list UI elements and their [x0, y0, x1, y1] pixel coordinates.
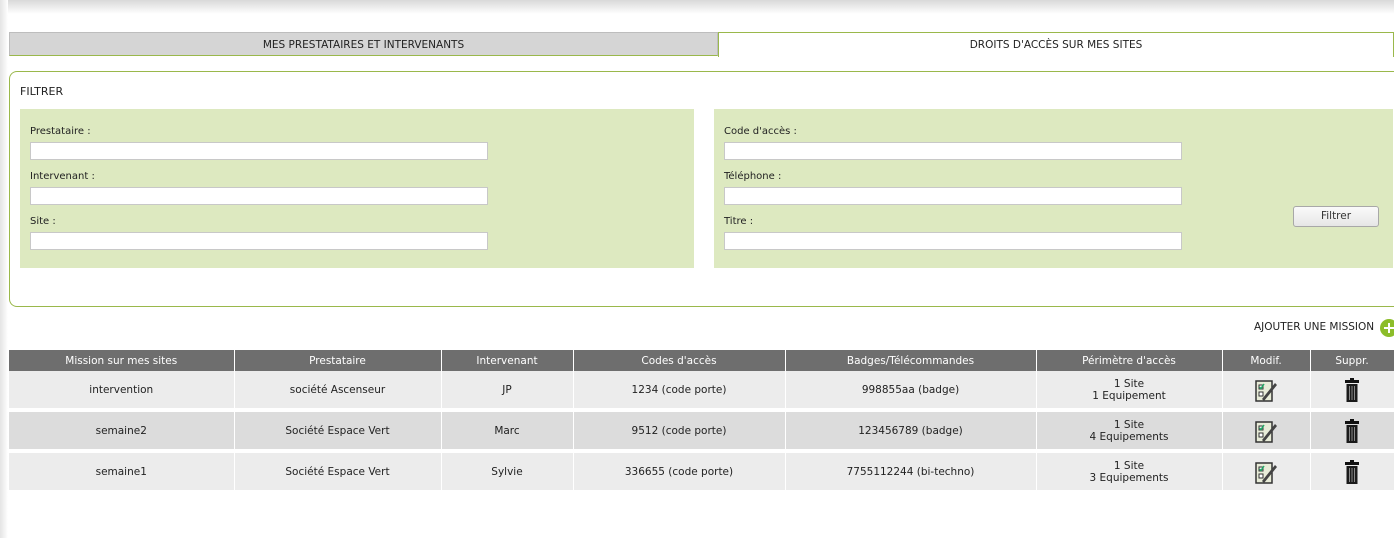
- filter-title: FILTRER: [20, 85, 64, 98]
- column-header-mission[interactable]: Mission sur mes sites: [9, 350, 235, 371]
- cell-intervenant: Sylvie: [441, 451, 574, 494]
- table-row: intervention société Ascenseur JP 1234 (…: [9, 371, 1394, 412]
- filter-panel: FILTRER Prestataire : Intervenant : Site…: [9, 71, 1394, 307]
- missions-table: Mission sur mes sites Prestataire Interv…: [9, 350, 1394, 494]
- cell-modif: [1222, 371, 1311, 412]
- prestataire-label: Prestataire :: [30, 126, 91, 137]
- cell-suppr: [1310, 371, 1394, 412]
- tab-droits-acces[interactable]: DROITS D'ACCÈS SUR MES SITES: [718, 32, 1394, 57]
- cell-mission: intervention: [9, 371, 235, 412]
- cell-suppr: [1310, 410, 1394, 453]
- cell-modif: [1222, 410, 1311, 453]
- cell-mission: semaine2: [9, 410, 235, 453]
- perimetre-equipements: 4 Equipements: [1089, 430, 1169, 443]
- edit-checklist-icon[interactable]: [1254, 377, 1278, 403]
- perimetre-equipements: 3 Equipements: [1089, 471, 1169, 484]
- left-shadow: [0, 0, 8, 538]
- cell-codes: 1234 (code porte): [573, 371, 786, 412]
- perimetre-sites: 1 Site: [1113, 418, 1145, 431]
- intervenant-input[interactable]: [30, 187, 488, 205]
- filter-column-left: Prestataire : Intervenant : Site :: [20, 109, 694, 268]
- trash-icon[interactable]: [1345, 377, 1359, 403]
- column-header-badges[interactable]: Badges/Télécommandes: [785, 350, 1037, 371]
- cell-badges: 998855aa (badge): [785, 371, 1037, 412]
- trash-icon[interactable]: [1345, 418, 1359, 444]
- cell-intervenant: Marc: [441, 410, 574, 453]
- perimetre-equipements: 1 Equipement: [1092, 389, 1166, 402]
- table-row: semaine2 Société Espace Vert Marc 9512 (…: [9, 410, 1394, 453]
- site-input[interactable]: [30, 232, 488, 250]
- top-shadow: [0, 0, 1394, 14]
- cell-perimetre: 1 Site 4 Equipements: [1036, 410, 1223, 453]
- cell-badges: 123456789 (badge): [785, 410, 1037, 453]
- code-acces-input[interactable]: [724, 142, 1182, 160]
- cell-badges: 7755112244 (bi-techno): [785, 451, 1037, 494]
- telephone-input[interactable]: [724, 187, 1182, 205]
- perimetre-sites: 1 Site: [1113, 377, 1145, 390]
- cell-prestataire: Société Espace Vert: [234, 410, 442, 453]
- titre-label: Titre :: [724, 216, 754, 227]
- cell-codes: 336655 (code porte): [573, 451, 786, 494]
- site-label: Site :: [30, 216, 56, 227]
- perimetre-sites: 1 Site: [1113, 459, 1145, 472]
- plus-circle-icon[interactable]: [1380, 319, 1394, 337]
- telephone-label: Téléphone :: [724, 171, 782, 182]
- cell-codes: 9512 (code porte): [573, 410, 786, 453]
- add-mission-link[interactable]: AJOUTER UNE MISSION: [1254, 317, 1374, 337]
- cell-perimetre: 1 Site 3 Equipements: [1036, 451, 1223, 494]
- column-header-suppr: Suppr.: [1310, 350, 1394, 371]
- column-header-prestataire[interactable]: Prestataire: [234, 350, 442, 371]
- column-header-perimetre[interactable]: Périmètre d'accès: [1036, 350, 1223, 371]
- edit-checklist-icon[interactable]: [1254, 418, 1278, 444]
- cell-intervenant: JP: [441, 371, 574, 412]
- code-acces-label: Code d'accès :: [724, 126, 797, 137]
- table-header-row: Mission sur mes sites Prestataire Interv…: [9, 350, 1394, 371]
- cell-mission: semaine1: [9, 451, 235, 494]
- cell-perimetre: 1 Site 1 Equipement: [1036, 371, 1223, 412]
- titre-input[interactable]: [724, 232, 1182, 250]
- trash-icon[interactable]: [1345, 459, 1359, 485]
- column-header-modif: Modif.: [1222, 350, 1311, 371]
- edit-checklist-icon[interactable]: [1254, 459, 1278, 485]
- cell-prestataire: Société Espace Vert: [234, 451, 442, 494]
- cell-suppr: [1310, 451, 1394, 494]
- column-header-codes[interactable]: Codes d'accès: [573, 350, 786, 371]
- cell-modif: [1222, 451, 1311, 494]
- filter-column-right: Code d'accès : Téléphone : Titre :: [714, 109, 1393, 268]
- tab-bar: MES PRESTATAIRES ET INTERVENANTS DROITS …: [9, 32, 1394, 57]
- prestataire-input[interactable]: [30, 142, 488, 160]
- column-header-intervenant[interactable]: Intervenant: [441, 350, 574, 371]
- cell-prestataire: société Ascenseur: [234, 371, 442, 412]
- table-row: semaine1 Société Espace Vert Sylvie 3366…: [9, 451, 1394, 494]
- intervenant-label: Intervenant :: [30, 171, 95, 182]
- tab-prestataires[interactable]: MES PRESTATAIRES ET INTERVENANTS: [9, 32, 718, 56]
- filter-button[interactable]: Filtrer: [1293, 206, 1379, 227]
